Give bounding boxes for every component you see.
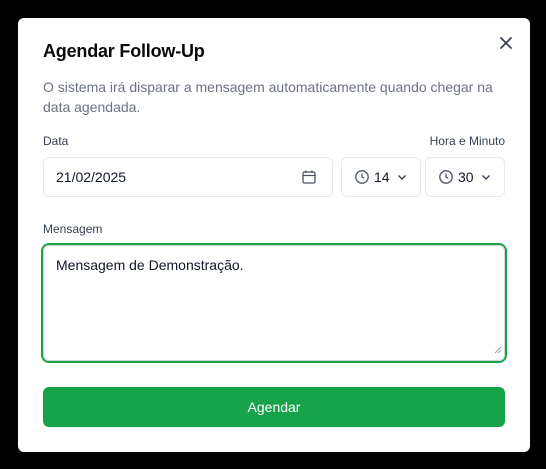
minute-select[interactable]: 30: [425, 157, 505, 197]
dialog-description: O sistema irá disparar a mensagem automa…: [43, 79, 493, 115]
message-text: Mensagem de Demonstração.: [56, 257, 244, 273]
hour-value: 14: [374, 169, 390, 185]
schedule-button[interactable]: Agendar: [43, 387, 505, 427]
clock-icon: [354, 169, 370, 185]
close-icon: [500, 37, 512, 49]
resize-handle-icon[interactable]: [494, 342, 502, 358]
date-value: 21/02/2025: [56, 169, 127, 185]
calendar-icon[interactable]: [301, 169, 317, 185]
dialog-title: Agendar Follow-Up: [43, 41, 205, 61]
hour-select[interactable]: 14: [341, 157, 421, 197]
message-label: Mensagem: [43, 222, 103, 236]
minute-value: 30: [458, 169, 474, 185]
message-textarea[interactable]: Mensagem de Demonstração.: [43, 245, 505, 361]
follow-up-dialog: Agendar Follow-Up O sistema irá disparar…: [18, 18, 530, 452]
clock-icon: [438, 169, 454, 185]
date-label: Data: [43, 134, 69, 148]
date-input[interactable]: 21/02/2025: [43, 157, 333, 197]
time-label: Hora e Minuto: [429, 134, 505, 148]
chevron-down-icon: [396, 171, 408, 183]
close-button[interactable]: [498, 35, 514, 51]
chevron-down-icon: [480, 171, 492, 183]
